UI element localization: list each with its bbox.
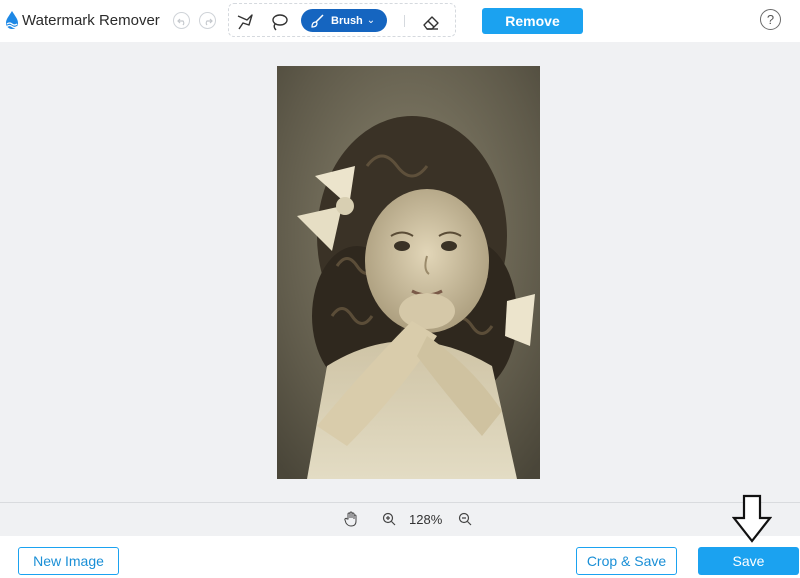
eraser-icon (423, 16, 439, 30)
selection-tool-group: Brush ⌄ (228, 3, 456, 37)
new-image-button[interactable]: New Image (18, 547, 119, 575)
brush-label: Brush (331, 14, 363, 27)
zoom-level: 128% (409, 512, 443, 527)
arrow-down-icon (732, 494, 772, 543)
top-toolbar: Watermark Remover Brush ⌄ Remove ? (0, 0, 800, 42)
polygonal-lasso-icon (237, 14, 253, 30)
app-logo-icon (6, 11, 18, 29)
polygonal-lasso-tool[interactable] (235, 12, 255, 32)
help-button[interactable]: ? (760, 9, 781, 30)
undo-button[interactable] (173, 12, 190, 29)
image-canvas[interactable] (0, 42, 800, 502)
zoom-out-icon (458, 512, 472, 526)
brush-icon (311, 13, 324, 28)
app-title: Watermark Remover (22, 12, 160, 29)
zoom-in-icon (382, 512, 396, 526)
pan-tool[interactable] (343, 511, 359, 527)
chevron-down-icon: ⌄ (366, 15, 376, 26)
toolbar-divider (404, 15, 405, 27)
bottom-action-bar: New Image Crop & Save Save (0, 536, 800, 578)
undo-icon (176, 18, 184, 25)
redo-button[interactable] (199, 12, 216, 29)
save-button[interactable]: Save (698, 547, 799, 575)
brush-tool-button[interactable]: Brush ⌄ (301, 9, 387, 32)
zoom-in-button[interactable] (381, 511, 397, 527)
eraser-tool[interactable] (421, 12, 441, 32)
vintage-portrait-image (277, 66, 540, 479)
uploaded-photo[interactable] (277, 66, 540, 479)
zoom-out-button[interactable] (457, 511, 473, 527)
help-icon: ? (766, 12, 775, 27)
redo-icon (205, 18, 213, 25)
remove-button[interactable]: Remove (482, 8, 583, 34)
hand-icon (344, 511, 357, 527)
lasso-tool[interactable] (269, 12, 289, 32)
crop-and-save-button[interactable]: Crop & Save (576, 547, 677, 575)
zoom-bar: 128% (0, 502, 800, 536)
lasso-icon (272, 14, 288, 31)
